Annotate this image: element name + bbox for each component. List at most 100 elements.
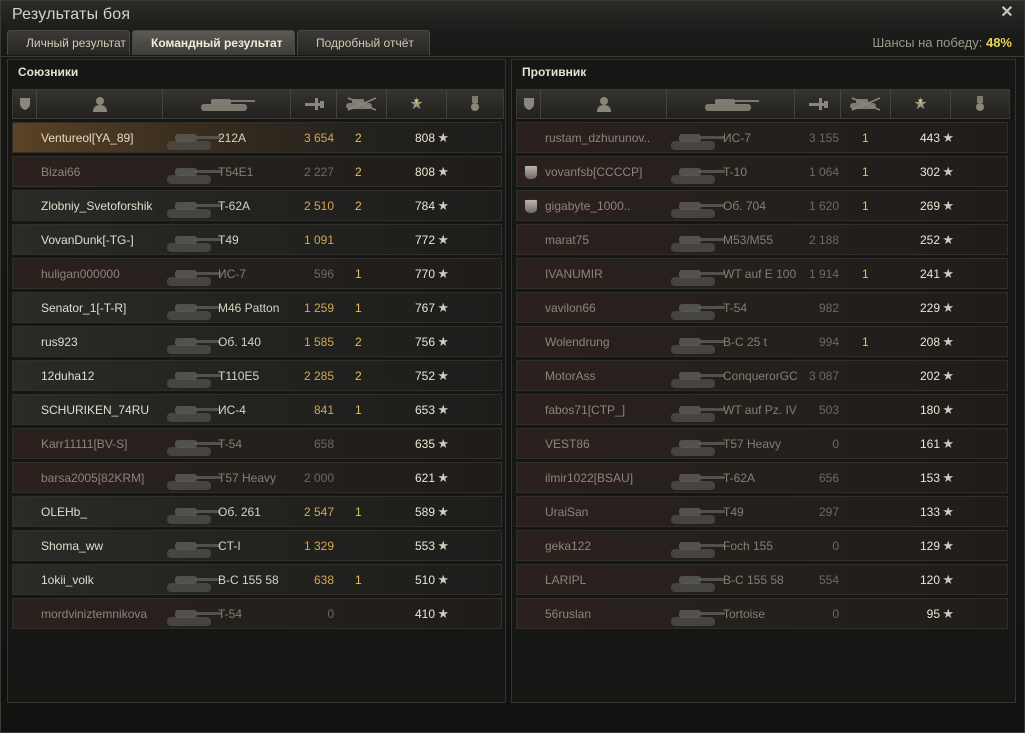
- table-row[interactable]: IVANUMIR WT auf E 100 1 914 1 241 ★: [516, 258, 1008, 289]
- xp-star-icon: ★: [437, 130, 449, 145]
- player-name[interactable]: IVANUMIR: [545, 267, 603, 281]
- table-row[interactable]: 12duha12 T110E5 2 285 2 752 ★: [12, 360, 502, 391]
- table-row[interactable]: rus923 Об. 140 1 585 2 756 ★: [12, 326, 502, 357]
- table-row[interactable]: Ventureol[YA_89] 212A 3 654 2 808 ★: [12, 122, 502, 153]
- player-name[interactable]: Ventureol[YA_89]: [41, 131, 134, 145]
- table-row[interactable]: VEST86 T57 Heavy 0 161 ★: [516, 428, 1008, 459]
- enemies-rows: rustam_dzhurunov.. ИС-7 3 155 1 443 ★ vovanfsb…: [516, 122, 1008, 632]
- player-icon[interactable]: [541, 90, 667, 118]
- table-row[interactable]: geka122 Foch 155 0 129 ★: [516, 530, 1008, 561]
- medal-icon[interactable]: [951, 90, 1009, 118]
- damage-icon[interactable]: [795, 90, 841, 118]
- tank-name: T110E5: [218, 369, 260, 383]
- xp-value: 621: [414, 471, 435, 485]
- player-name[interactable]: huligan000000: [41, 267, 120, 281]
- table-row[interactable]: Wolendrung B-C 25 t 994 1 208 ★: [516, 326, 1008, 357]
- sort-arrow-icon: ▼: [916, 97, 925, 106]
- platoon-icon[interactable]: [517, 90, 541, 118]
- table-row[interactable]: LARIPL B-C 155 58 554 120 ★: [516, 564, 1008, 595]
- table-row[interactable]: Karr11111[BV-S] T-54 658 635 ★: [12, 428, 502, 459]
- player-name[interactable]: VEST86: [545, 437, 590, 451]
- table-row[interactable]: fabos71[CTP_] WT auf Pz. IV 503 180 ★: [516, 394, 1008, 425]
- player-name[interactable]: rustam_dzhurunov..: [545, 131, 650, 145]
- player-name[interactable]: Shoma_ww: [41, 539, 103, 553]
- player-name[interactable]: mordviniztemnikova: [41, 607, 147, 621]
- kills-value: 1: [862, 165, 869, 179]
- tank-icon[interactable]: [667, 90, 795, 118]
- player-name[interactable]: Wolendrung: [545, 335, 610, 349]
- table-row[interactable]: ilmir1022[BSAU] T-62A 656 153 ★: [516, 462, 1008, 493]
- table-row[interactable]: VovanDunk[-TG-] T49 1 091 772 ★: [12, 224, 502, 255]
- xp-star-icon: ★: [437, 402, 449, 417]
- table-row[interactable]: marat75 M53/M55 2 188 252 ★: [516, 224, 1008, 255]
- table-row[interactable]: Senator_1[-T-R] M46 Patton 1 259 1 767 ★: [12, 292, 502, 323]
- table-row[interactable]: UraiSan T49 297 133 ★: [516, 496, 1008, 527]
- player-name[interactable]: LARIPL: [545, 573, 586, 587]
- player-name[interactable]: Bizai66: [41, 165, 80, 179]
- player-name[interactable]: 12duha12: [41, 369, 94, 383]
- xp-star-icon: ★: [437, 368, 449, 383]
- table-row[interactable]: huligan000000 ИС-7 596 1 770 ★: [12, 258, 502, 289]
- player-name[interactable]: gigabyte_1000..: [545, 199, 630, 213]
- tank-name: M53/M55: [723, 233, 774, 247]
- player-name[interactable]: OLEHb_: [41, 505, 87, 519]
- damage-icon[interactable]: [291, 90, 337, 118]
- player-name[interactable]: 1okii_volk: [41, 573, 94, 587]
- table-row[interactable]: Zlobniy_Svetoforshik T-62A 2 510 2 784 ★: [12, 190, 502, 221]
- player-name[interactable]: Karr11111[BV-S]: [41, 437, 128, 451]
- tab-team-result[interactable]: Командный результат: [132, 30, 295, 55]
- xp-value: 808: [414, 165, 435, 179]
- table-row[interactable]: Bizai66 T54E1 2 227 2 808 ★: [12, 156, 502, 187]
- player-name[interactable]: 56ruslan: [545, 607, 591, 621]
- tank-silhouette-icon: [671, 168, 725, 184]
- tank-icon[interactable]: [163, 90, 291, 118]
- close-icon[interactable]: ✕: [998, 4, 1016, 22]
- medal-icon[interactable]: [447, 90, 503, 118]
- xp-star-icon[interactable]: ▼ ★: [891, 90, 951, 118]
- kills-icon[interactable]: [841, 90, 891, 118]
- player-name[interactable]: VovanDunk[-TG-]: [41, 233, 134, 247]
- player-name[interactable]: Senator_1[-T-R]: [41, 301, 126, 315]
- player-name[interactable]: geka122: [545, 539, 591, 553]
- tab-detailed-report[interactable]: Подробный отчёт: [297, 30, 430, 55]
- table-row[interactable]: 56ruslan Tortoise 0 95 ★: [516, 598, 1008, 629]
- player-name[interactable]: SCHURIKEN_74RU: [41, 403, 149, 417]
- player-name[interactable]: rus923: [41, 335, 78, 349]
- platoon-icon[interactable]: [13, 90, 37, 118]
- xp-star-icon: ★: [437, 436, 449, 451]
- player-name[interactable]: Zlobniy_Svetoforshik: [41, 199, 152, 213]
- table-row[interactable]: SCHURIKEN_74RU ИС-4 841 1 653 ★: [12, 394, 502, 425]
- player-name[interactable]: ilmir1022[BSAU]: [545, 471, 633, 485]
- xp-star-icon: ★: [437, 606, 449, 621]
- player-name[interactable]: vovanfsb[CCCCP]: [545, 165, 642, 179]
- player-name[interactable]: vavilon66: [545, 301, 596, 315]
- tab-personal-result[interactable]: Личный результат: [7, 30, 130, 55]
- player-name[interactable]: fabos71[CTP_]: [545, 403, 625, 417]
- player-name[interactable]: MotorAss: [545, 369, 596, 383]
- xp-star-icon[interactable]: ▼ ★: [387, 90, 447, 118]
- table-row[interactable]: MotorAss ConquerorGC 3 087 202 ★: [516, 360, 1008, 391]
- table-row[interactable]: 1okii_volk B-C 155 58 638 1 510 ★: [12, 564, 502, 595]
- player-name[interactable]: UraiSan: [545, 505, 588, 519]
- table-row[interactable]: Shoma_ww CT-I 1 329 553 ★: [12, 530, 502, 561]
- table-row[interactable]: vavilon66 T-54 982 229 ★: [516, 292, 1008, 323]
- tank-name: Tortoise: [723, 607, 766, 621]
- xp-star-icon: ★: [437, 164, 449, 179]
- xp-star-icon: ★: [437, 470, 449, 485]
- tank-silhouette-icon: [671, 372, 725, 388]
- tank-name: T-54: [218, 437, 243, 451]
- player-icon[interactable]: [37, 90, 163, 118]
- table-row[interactable]: OLEHb_ Об. 261 2 547 1 589 ★: [12, 496, 502, 527]
- table-row[interactable]: gigabyte_1000.. Об. 704 1 620 1 269 ★: [516, 190, 1008, 221]
- kills-icon[interactable]: [337, 90, 387, 118]
- table-row[interactable]: rustam_dzhurunov.. ИС-7 3 155 1 443 ★: [516, 122, 1008, 153]
- table-row[interactable]: mordviniztemnikova T-54 0 410 ★: [12, 598, 502, 629]
- tank-name: Об. 261: [218, 505, 261, 519]
- damage-value: 2 547: [303, 505, 334, 519]
- tank-silhouette-icon: [167, 406, 221, 422]
- table-row[interactable]: vovanfsb[CCCCP] T-10 1 064 1 302 ★: [516, 156, 1008, 187]
- table-row[interactable]: barsa2005[82KRM] T57 Heavy 2 000 621 ★: [12, 462, 502, 493]
- xp-value: 752: [414, 369, 435, 383]
- player-name[interactable]: barsa2005[82KRM]: [41, 471, 144, 485]
- player-name[interactable]: marat75: [545, 233, 589, 247]
